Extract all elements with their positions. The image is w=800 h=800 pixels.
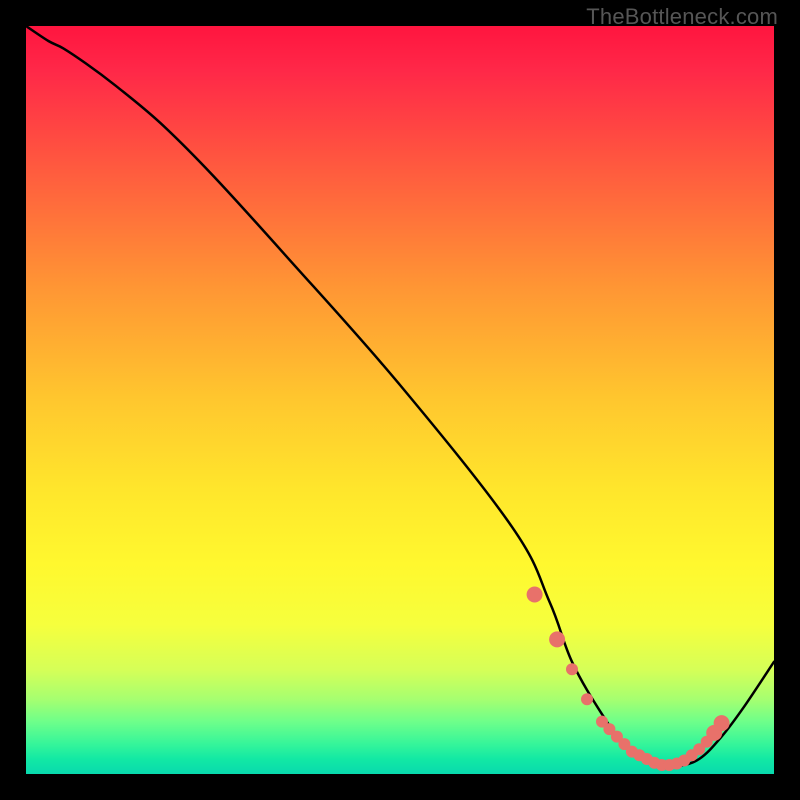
marker-dot — [566, 663, 578, 675]
marker-dot — [527, 587, 543, 603]
marker-dot — [581, 693, 593, 705]
marker-group — [527, 587, 730, 772]
marker-dot — [549, 631, 565, 647]
chart-container: TheBottleneck.com — [0, 0, 800, 800]
marker-dot — [714, 715, 730, 731]
curve-line — [26, 26, 774, 768]
chart-svg — [26, 26, 774, 774]
plot-area — [26, 26, 774, 774]
